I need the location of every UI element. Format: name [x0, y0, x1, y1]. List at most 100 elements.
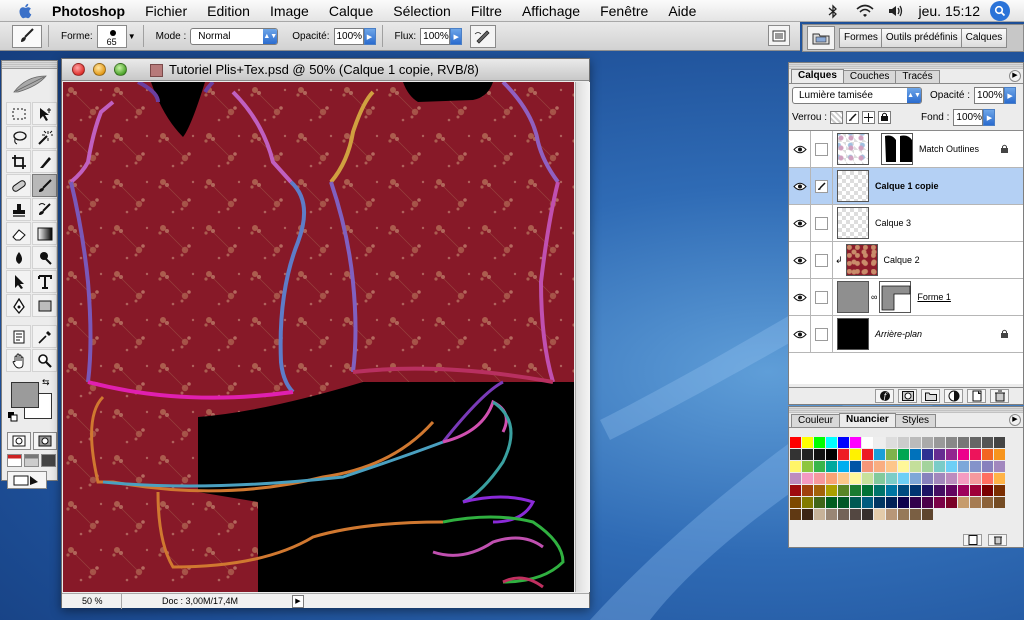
color-swatch[interactable] [922, 437, 933, 448]
color-swatch[interactable] [874, 473, 885, 484]
color-swatch[interactable] [958, 485, 969, 496]
tab-nuancier[interactable]: Nuancier [839, 413, 896, 427]
tab-couleur[interactable]: Couleur [791, 414, 841, 427]
vertical-scrollbar[interactable] [575, 82, 590, 592]
color-swatch[interactable] [886, 509, 897, 520]
color-swatch[interactable] [994, 461, 1005, 472]
path-selection-tool-icon[interactable] [6, 270, 31, 293]
full-screen-menu-icon[interactable] [24, 454, 39, 467]
spotlight-search-icon[interactable] [990, 1, 1010, 21]
color-swatch[interactable] [802, 473, 813, 484]
quick-mask-mode-icon[interactable] [33, 432, 57, 450]
color-swatch[interactable] [838, 485, 849, 496]
tool-preset-picker-brush-icon[interactable] [12, 24, 42, 48]
color-swatch[interactable] [970, 497, 981, 508]
layer-visibility-eye-icon[interactable] [789, 204, 811, 242]
color-swatch[interactable] [790, 497, 801, 508]
fill-field[interactable]: 100% [953, 108, 984, 126]
color-swatch[interactable] [862, 437, 873, 448]
color-swatch[interactable] [982, 497, 993, 508]
menubar-clock[interactable]: jeu. 15:12 [919, 3, 981, 19]
delete-layer-trash-icon[interactable] [990, 389, 1009, 403]
color-swatch[interactable] [886, 473, 897, 484]
color-swatch[interactable] [826, 449, 837, 460]
color-swatch[interactable] [922, 461, 933, 472]
color-swatch[interactable] [994, 497, 1005, 508]
brush-preset-picker[interactable]: 65 [96, 24, 127, 48]
brush-dropdown-arrow-icon[interactable]: ▼ [127, 25, 137, 48]
new-layer-set-icon[interactable] [921, 389, 940, 403]
layer-row-calque-3[interactable]: Calque 3 [789, 204, 1023, 242]
layer-row-match-outlines[interactable]: Match Outlines [789, 130, 1023, 168]
move-tool-icon[interactable] [32, 102, 57, 125]
color-swatch[interactable] [814, 485, 825, 496]
palette-menu-arrow-icon[interactable]: ▶ [1009, 70, 1021, 82]
color-swatch[interactable] [970, 437, 981, 448]
color-swatch[interactable] [790, 461, 801, 472]
color-swatch[interactable] [946, 485, 957, 496]
standard-mode-icon[interactable] [7, 432, 31, 450]
color-swatch[interactable] [970, 473, 981, 484]
color-swatch[interactable] [838, 449, 849, 460]
color-swatch[interactable] [994, 437, 1005, 448]
color-swatch[interactable] [910, 461, 921, 472]
color-swatch[interactable] [874, 485, 885, 496]
image-canvas[interactable] [63, 82, 574, 592]
menu-filtre[interactable]: Filtre [461, 0, 512, 22]
toolbox-titlebar[interactable] [2, 61, 57, 69]
color-swatch[interactable] [862, 461, 873, 472]
blend-mode-select[interactable]: Normal ▲▼ [190, 27, 279, 45]
color-swatch[interactable] [814, 437, 825, 448]
color-swatch[interactable] [934, 473, 945, 484]
color-swatch[interactable] [982, 473, 993, 484]
crop-tool-icon[interactable] [6, 150, 31, 173]
color-swatch[interactable] [898, 437, 909, 448]
color-swatch[interactable] [790, 509, 801, 520]
well-tab-formes[interactable]: Formes [839, 28, 883, 48]
color-swatch[interactable] [934, 497, 945, 508]
color-swatch[interactable] [802, 437, 813, 448]
color-swatch[interactable] [970, 449, 981, 460]
foreground-color[interactable] [11, 382, 39, 408]
pen-tool-icon[interactable] [6, 294, 31, 317]
color-swatch[interactable] [994, 485, 1005, 496]
new-adjustment-layer-icon[interactable] [944, 389, 963, 403]
flow-field[interactable]: 100% [420, 27, 451, 45]
minimize-window-button[interactable] [93, 63, 106, 76]
color-swatch[interactable] [790, 473, 801, 484]
lock-transparency-icon[interactable] [830, 110, 844, 124]
color-swatch[interactable] [826, 509, 837, 520]
color-swatch[interactable] [814, 473, 825, 484]
color-swatch[interactable] [910, 485, 921, 496]
menu-fenetre[interactable]: Fenêtre [590, 0, 658, 22]
marquee-tool-icon[interactable] [6, 102, 31, 125]
document-titlebar[interactable]: Tutoriel Plis+Tex.psd @ 50% (Calque 1 co… [62, 59, 589, 81]
color-swatch[interactable] [874, 449, 885, 460]
eyedropper-tool-icon[interactable] [32, 325, 57, 348]
color-swatch[interactable] [958, 473, 969, 484]
menu-image[interactable]: Image [260, 0, 319, 22]
clone-stamp-tool-icon[interactable] [6, 198, 31, 221]
color-swatch[interactable] [982, 449, 993, 460]
color-swatch[interactable] [898, 461, 909, 472]
color-swatch[interactable] [970, 461, 981, 472]
menu-fichier[interactable]: Fichier [135, 0, 197, 22]
color-swatch[interactable] [922, 497, 933, 508]
hand-tool-icon[interactable] [6, 349, 31, 372]
menu-aide[interactable]: Aide [658, 0, 706, 22]
color-swatch[interactable] [982, 461, 993, 472]
bluetooth-icon[interactable] [822, 3, 844, 19]
color-swatch[interactable] [886, 485, 897, 496]
color-swatch[interactable] [826, 461, 837, 472]
color-swatch[interactable] [946, 437, 957, 448]
color-swatch[interactable] [886, 461, 897, 472]
color-swatch[interactable] [886, 449, 897, 460]
color-swatch[interactable] [910, 473, 921, 484]
color-swatch[interactable] [898, 449, 909, 460]
new-layer-icon[interactable] [967, 389, 986, 403]
color-swatch[interactable] [934, 437, 945, 448]
layer-opacity-arrow-icon[interactable]: ▶ [1004, 86, 1017, 104]
color-swatch[interactable] [850, 473, 861, 484]
color-swatch[interactable] [994, 449, 1005, 460]
layer-row-arriere-plan[interactable]: Arrière-plan [789, 315, 1023, 353]
